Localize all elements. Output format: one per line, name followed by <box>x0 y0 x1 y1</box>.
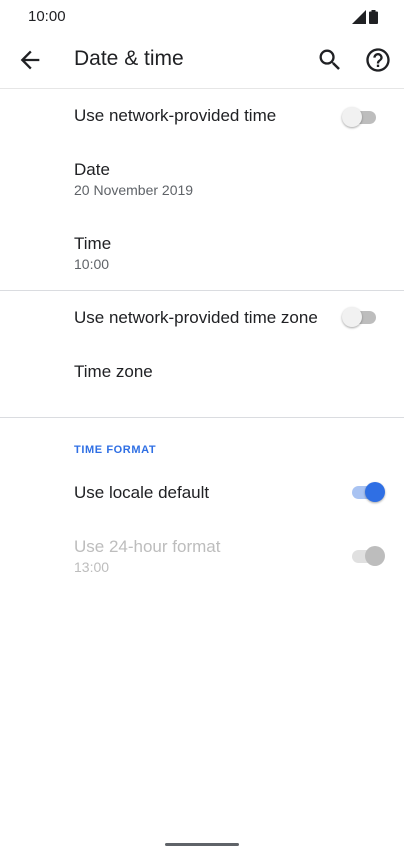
locale-default-row[interactable]: Use locale default <box>0 466 404 520</box>
status-icons <box>338 10 378 24</box>
time-value: 10:00 <box>74 256 110 272</box>
status-time: 10:00 <box>28 8 66 25</box>
page-title: Date & time <box>74 47 184 70</box>
status-bar: 10:00 <box>0 0 404 32</box>
date-row[interactable]: Date 20 November 2019 <box>0 150 404 216</box>
network-time-label: Use network-provided time <box>74 106 277 125</box>
locale-default-toggle[interactable] <box>348 481 385 503</box>
locale-default-label: Use locale default <box>74 483 210 502</box>
battery-icon <box>369 10 378 24</box>
search-button[interactable] <box>316 46 344 74</box>
network-time-zone-label: Use network-provided time zone <box>74 308 318 327</box>
arrow-back-icon <box>20 50 40 70</box>
network-time-zone-toggle[interactable] <box>342 306 378 328</box>
section-divider-2 <box>0 417 404 418</box>
navigation-handle[interactable] <box>165 843 239 846</box>
hour24-example: 13:00 <box>74 559 110 575</box>
time-zone-label: Time zone <box>74 362 153 381</box>
network-time-zone-row[interactable]: Use network-provided time zone <box>0 291 404 345</box>
date-value: 20 November 2019 <box>74 182 194 198</box>
time-format-header: TIME FORMAT <box>74 444 157 456</box>
network-time-row[interactable]: Use network-provided time <box>0 89 404 145</box>
time-label: Time <box>74 234 112 253</box>
hour24-toggle <box>348 545 385 567</box>
date-label: Date <box>74 160 110 179</box>
time-zone-row[interactable]: Time zone <box>0 346 404 400</box>
toolbar: Date & time <box>0 32 404 88</box>
hour24-label: Use 24-hour format <box>74 537 221 556</box>
time-row[interactable]: Time 10:00 <box>0 224 404 290</box>
help-button[interactable] <box>364 46 392 74</box>
hour24-row: Use 24-hour format 13:00 <box>0 528 404 584</box>
network-time-toggle[interactable] <box>342 106 378 128</box>
back-button[interactable] <box>16 46 44 74</box>
signal-icon <box>352 10 366 24</box>
search-icon <box>319 49 340 70</box>
help-icon <box>366 48 390 72</box>
